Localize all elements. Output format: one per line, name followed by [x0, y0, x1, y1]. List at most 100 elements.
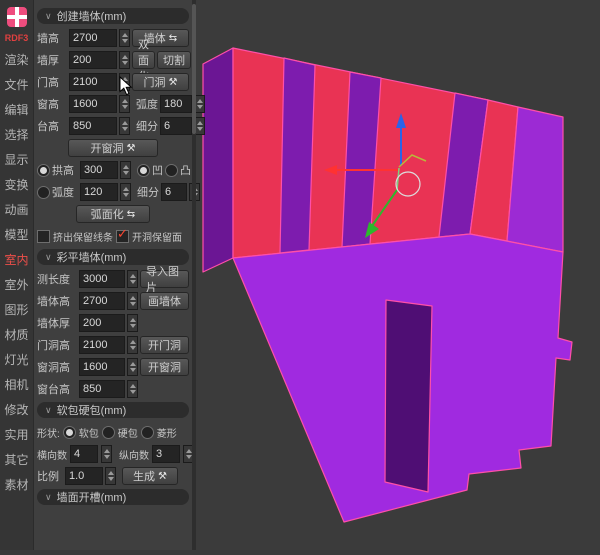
- menu-item-exterior[interactable]: 室外: [4, 277, 28, 293]
- cp-window-sill-spinner[interactable]: [127, 380, 138, 398]
- measure-length-input[interactable]: 3000: [79, 270, 125, 288]
- menu-item-select[interactable]: 选择: [4, 127, 28, 143]
- spinner-up-icon[interactable]: [122, 33, 128, 37]
- spinner-up-icon[interactable]: [104, 449, 110, 453]
- menu-item-model[interactable]: 模型: [4, 227, 28, 243]
- section-header-create-wall[interactable]: ∨ 创建墙体(mm): [37, 8, 189, 24]
- spinner-up-icon[interactable]: [122, 121, 128, 125]
- wall-left-side[interactable]: [203, 48, 233, 272]
- menu-item-animation[interactable]: 动画: [4, 202, 28, 218]
- cp-wall-height-spinner[interactable]: [127, 292, 138, 310]
- columns-input[interactable]: 4: [70, 445, 98, 463]
- spinner-down-icon[interactable]: [130, 280, 136, 284]
- arch-height-input[interactable]: 300: [80, 161, 118, 179]
- cut-button[interactable]: 切割: [157, 51, 191, 69]
- spinner-up-icon[interactable]: [130, 340, 136, 344]
- soft-pack-radio[interactable]: [63, 426, 76, 439]
- spinner-down-icon[interactable]: [104, 455, 110, 459]
- generate-button[interactable]: 生成⚒: [122, 467, 178, 485]
- arc2-input[interactable]: 120: [80, 183, 118, 201]
- sill-height-spinner[interactable]: [119, 117, 130, 135]
- spinner-down-icon[interactable]: [123, 171, 129, 175]
- open-window-button[interactable]: 开窗洞⚒: [68, 139, 158, 157]
- spinner-down-icon[interactable]: [130, 346, 136, 350]
- spinner-up-icon[interactable]: [130, 362, 136, 366]
- arc-input[interactable]: 180: [160, 95, 192, 113]
- spinner-down-icon[interactable]: [122, 39, 128, 43]
- spinner-down-icon[interactable]: [130, 324, 136, 328]
- spinner-up-icon[interactable]: [122, 99, 128, 103]
- spinner-up-icon[interactable]: [108, 471, 114, 475]
- menu-item-display[interactable]: 显示: [4, 152, 28, 168]
- wall-back-stripe-1[interactable]: [280, 58, 315, 253]
- spinner-up-icon[interactable]: [130, 384, 136, 388]
- cp-wall-thickness-spinner[interactable]: [127, 314, 138, 332]
- spinner-up-icon[interactable]: [197, 99, 203, 103]
- keep-face-checkbox[interactable]: ✓: [116, 230, 129, 243]
- ratio-input[interactable]: 1.0: [65, 467, 103, 485]
- arcify-button[interactable]: 弧面化⇆: [76, 205, 150, 223]
- scrollbar-thumb[interactable]: [192, 4, 196, 134]
- menu-item-render[interactable]: 渲染: [4, 52, 28, 68]
- door-opening-button[interactable]: 门洞⚒: [132, 73, 189, 91]
- menu-item-light[interactable]: 灯光: [4, 352, 28, 368]
- menu-item-transform[interactable]: 变换: [4, 177, 28, 193]
- columns-spinner[interactable]: [101, 445, 112, 463]
- keep-lines-checkbox[interactable]: [37, 230, 50, 243]
- arc2-spinner[interactable]: [120, 183, 131, 201]
- viewport[interactable]: [196, 0, 600, 550]
- menu-item-material[interactable]: 材质: [4, 327, 28, 343]
- window-height-spinner[interactable]: [119, 95, 130, 113]
- ratio-spinner[interactable]: [105, 467, 116, 485]
- menu-item-utility[interactable]: 实用: [4, 427, 28, 443]
- arc2-radio[interactable]: [37, 186, 50, 199]
- viewport-3d[interactable]: [196, 0, 600, 550]
- concave-radio[interactable]: [137, 164, 150, 177]
- spinner-up-icon[interactable]: [122, 55, 128, 59]
- panel-scrollbar[interactable]: [192, 0, 196, 550]
- cp-wall-height-input[interactable]: 2700: [79, 292, 125, 310]
- wall-thickness-spinner[interactable]: [119, 51, 130, 69]
- menu-item-camera[interactable]: 相机: [4, 377, 28, 393]
- app-logo-icon[interactable]: [7, 7, 27, 27]
- wall-thickness-input[interactable]: 200: [69, 51, 117, 69]
- spinner-down-icon[interactable]: [108, 477, 114, 481]
- cp-door-opening-input[interactable]: 2100: [79, 336, 125, 354]
- spinner-up-icon[interactable]: [123, 165, 129, 169]
- draw-wall-button[interactable]: 画墙体: [140, 292, 189, 310]
- menu-item-assets[interactable]: 素材: [4, 477, 28, 493]
- window-height-input[interactable]: 1600: [69, 95, 117, 113]
- menu-item-shapes[interactable]: 图形: [4, 302, 28, 318]
- rows-input[interactable]: 3: [152, 445, 180, 463]
- spinner-down-icon[interactable]: [186, 455, 192, 459]
- spinner-down-icon[interactable]: [130, 368, 136, 372]
- menu-item-other[interactable]: 其它: [4, 452, 28, 468]
- spinner-up-icon[interactable]: [186, 449, 192, 453]
- spinner-up-icon[interactable]: [130, 296, 136, 300]
- section-header-soft-hard-pack[interactable]: ∨ 软包硬包(mm): [37, 402, 189, 418]
- cp-open-window-button[interactable]: 开窗洞: [140, 358, 189, 376]
- spinner-up-icon[interactable]: [197, 121, 203, 125]
- door-opening[interactable]: [385, 300, 432, 492]
- menu-item-edit[interactable]: 编辑: [4, 102, 28, 118]
- spinner-down-icon[interactable]: [130, 302, 136, 306]
- cp-wall-thickness-input[interactable]: 200: [79, 314, 125, 332]
- cp-window-opening-spinner[interactable]: [127, 358, 138, 376]
- spinner-down-icon[interactable]: [122, 127, 128, 131]
- convex-radio[interactable]: [165, 164, 178, 177]
- open-door-button[interactable]: 开门洞: [140, 336, 189, 354]
- double-side-button[interactable]: 双面化: [132, 51, 155, 69]
- door-height-input[interactable]: 2100: [69, 73, 117, 91]
- menu-item-modify[interactable]: 修改: [4, 402, 28, 418]
- import-image-button[interactable]: 导入图片: [140, 270, 189, 288]
- spinner-down-icon[interactable]: [197, 127, 203, 131]
- wall-height-spinner[interactable]: [119, 29, 130, 47]
- cp-door-opening-spinner[interactable]: [127, 336, 138, 354]
- spinner-up-icon[interactable]: [123, 187, 129, 191]
- menu-item-file[interactable]: 文件: [4, 77, 28, 93]
- cp-window-opening-input[interactable]: 1600: [79, 358, 125, 376]
- spinner-down-icon[interactable]: [122, 105, 128, 109]
- sill-height-input[interactable]: 850: [69, 117, 117, 135]
- spinner-down-icon[interactable]: [122, 61, 128, 65]
- menu-item-interior[interactable]: 室内: [4, 252, 28, 268]
